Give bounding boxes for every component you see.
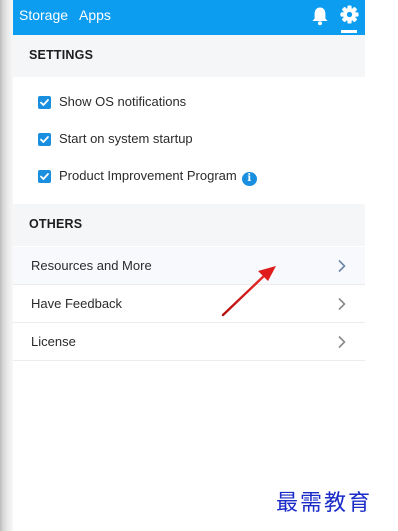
chevron-right-icon: [338, 335, 346, 349]
others-section-header: OTHERS: [13, 204, 365, 246]
row-label: Resources and More: [31, 258, 152, 273]
red-annotation-arrow: [221, 266, 276, 317]
gear-icon[interactable]: [340, 5, 359, 24]
resources-and-more-row[interactable]: Resources and More: [13, 247, 365, 285]
setting-label: Show OS notifications: [59, 94, 187, 109]
settings-panel: Storage Apps SETTINGS Show OS notificati…: [13, 0, 365, 531]
nav-apps-link[interactable]: Apps: [79, 7, 111, 23]
background-area: [365, 0, 398, 531]
checkbox-checked[interactable]: [38, 96, 51, 109]
setting-start-on-startup[interactable]: Start on system startup: [13, 128, 365, 152]
active-tab-indicator: [341, 30, 357, 33]
info-icon[interactable]: i: [241, 172, 257, 186]
row-label: Have Feedback: [31, 296, 123, 311]
setting-label: Product Improvement Program i: [59, 168, 257, 186]
window-edge-shadow: [0, 0, 13, 531]
top-nav-bar: Storage Apps: [13, 0, 365, 35]
setting-label: Start on system startup: [59, 131, 193, 146]
setting-label-text: Product Improvement Program: [59, 168, 237, 183]
bell-icon[interactable]: [311, 6, 329, 26]
nav-storage-link[interactable]: Storage: [19, 7, 68, 23]
settings-section-header: SETTINGS: [13, 35, 365, 77]
setting-product-improvement[interactable]: Product Improvement Program i: [13, 165, 365, 189]
chevron-right-icon: [338, 259, 346, 273]
settings-heading: SETTINGS: [29, 48, 94, 62]
chevron-right-icon: [338, 297, 346, 311]
checkbox-checked[interactable]: [38, 170, 51, 183]
others-heading: OTHERS: [29, 217, 83, 231]
row-label: License: [31, 334, 76, 349]
checkbox-checked[interactable]: [38, 133, 51, 146]
setting-show-os-notifications[interactable]: Show OS notifications: [13, 91, 365, 115]
have-feedback-row[interactable]: Have Feedback: [13, 285, 365, 323]
license-row[interactable]: License: [13, 323, 365, 361]
watermark-text: 最需教育: [276, 491, 373, 516]
